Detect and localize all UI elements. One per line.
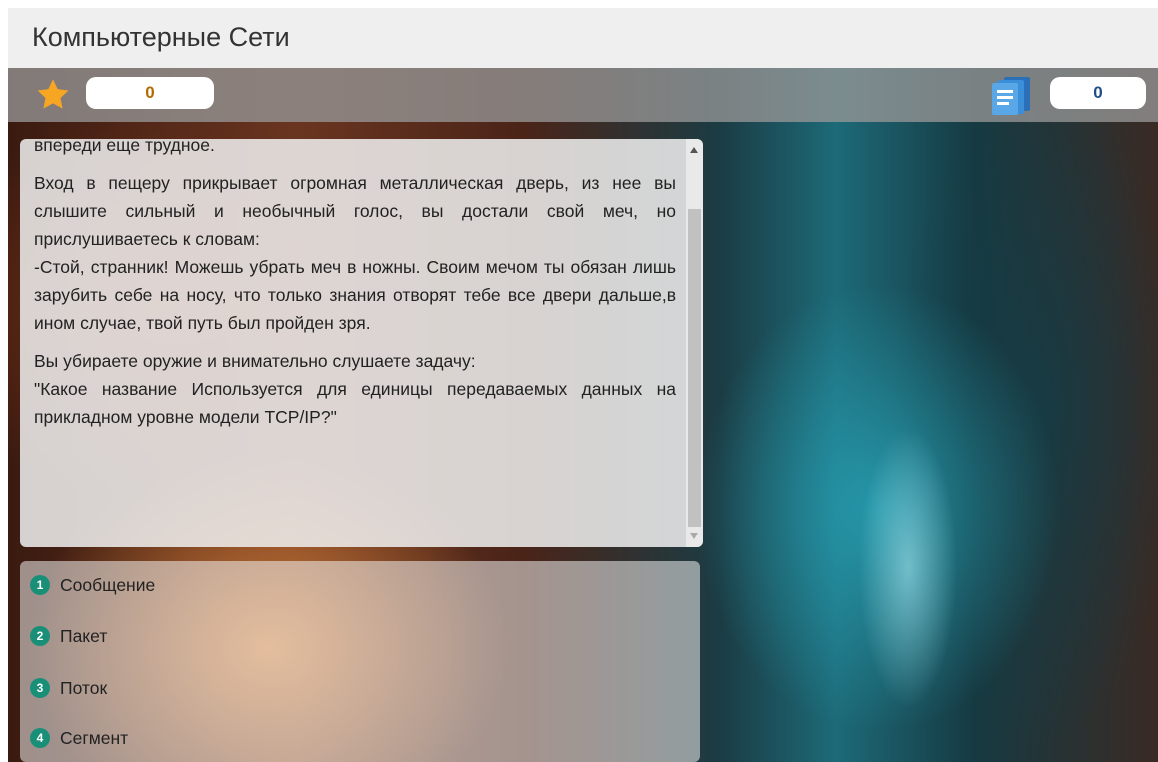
story-paragraph: Вход в пещеру прикрывает огромная металл…	[34, 173, 676, 249]
answer-label: Пакет	[60, 625, 108, 646]
score-counter: 0	[86, 77, 214, 109]
scroll-down-arrow-icon[interactable]	[690, 533, 698, 539]
answer-option[interactable]: 3 Поток	[30, 675, 107, 701]
story-paragraph: -Стой, странник! Можешь убрать меч в нож…	[34, 257, 676, 333]
story-partial-line: впереди еще трудное.	[34, 139, 215, 155]
answer-number-badge: 1	[30, 575, 50, 595]
title-bar: Компьютерные Сети	[8, 8, 1158, 68]
answer-option[interactable]: 4 Сегмент	[30, 725, 128, 751]
game-background: Компьютерные Сети 0 0 впереди еще трудно…	[8, 8, 1158, 762]
star-icon	[37, 79, 69, 109]
answer-number-badge: 3	[30, 678, 50, 698]
cards-counter: 0	[1050, 77, 1146, 109]
story-text: впереди еще трудное. Вход в пещеру прикр…	[34, 139, 676, 441]
answer-number-badge: 2	[30, 626, 50, 646]
story-paragraph: Вы убираете оружие и внимательно слушает…	[34, 351, 476, 371]
answer-option[interactable]: 2 Пакет	[30, 623, 107, 649]
page-title: Компьютерные Сети	[32, 22, 290, 52]
story-panel[interactable]: впереди еще трудное. Вход в пещеру прикр…	[20, 139, 703, 547]
scroll-up-arrow-icon[interactable]	[690, 147, 698, 153]
cards-icon[interactable]	[988, 74, 1034, 116]
story-scrollbar[interactable]	[686, 139, 703, 547]
status-bar: 0 0	[8, 68, 1158, 122]
answer-label: Сообщение	[60, 574, 156, 595]
answer-option[interactable]: 1 Сообщение	[30, 572, 155, 598]
answer-label: Сегмент	[60, 727, 129, 748]
question-text: "Какое название Используется для единицы…	[34, 379, 676, 427]
answer-number-badge: 4	[30, 728, 50, 748]
answers-panel: 1 Сообщение 2 Пакет 3 Поток 4 Сегмент	[20, 561, 700, 762]
scroll-thumb[interactable]	[688, 209, 701, 527]
answer-label: Поток	[60, 677, 108, 698]
